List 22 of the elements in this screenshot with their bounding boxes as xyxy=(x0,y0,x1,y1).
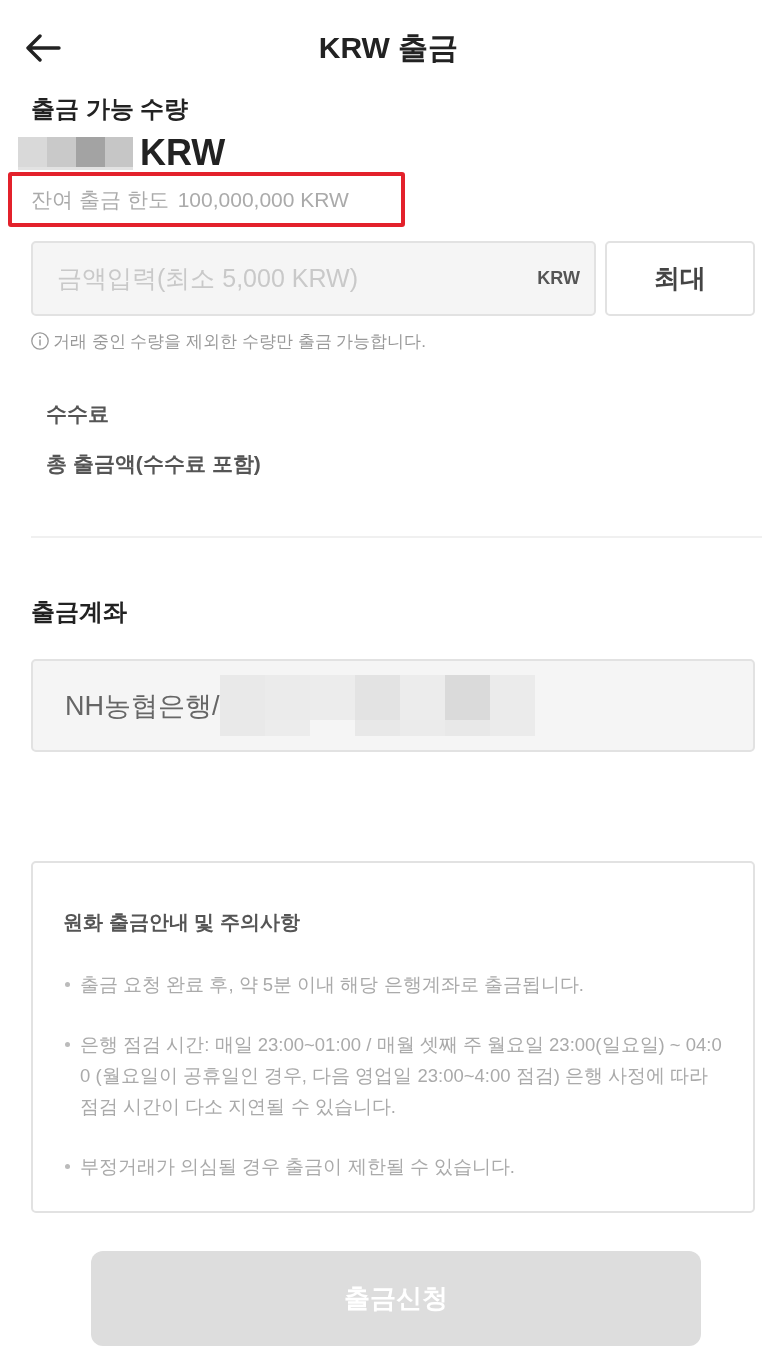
withdrawal-limit-label: 잔여 출금 한도 xyxy=(31,186,169,213)
info-icon xyxy=(31,332,49,350)
account-value: NH농협은행/ xyxy=(65,689,220,723)
fee-label: 수수료 xyxy=(46,401,110,427)
note-text: 거래 중인 수량을 제외한 수량만 출금 가능합니다. xyxy=(53,330,427,353)
max-button[interactable]: 최대 xyxy=(605,241,755,316)
bullet-icon xyxy=(65,1164,70,1169)
notice-text: 은행 점검 시간: 매일 23:00~01:00 / 매월 셋째 주 월요일 23:00(일요일) ~ 04:00 (월요일이 공휴일인 경우, 다음 영업일 23:00~4:00 점검) 은행 사정에 따라 점검 시간이 다소 지연될 수 있습니다. xyxy=(80,1033,723,1119)
withdrawal-limit-value: 100,000,000 KRW xyxy=(177,187,349,212)
page-title: KRW 출금 xyxy=(317,29,460,66)
notice-title: 원화 출금안내 및 주의사항 xyxy=(63,910,301,935)
bullet-icon xyxy=(65,1042,70,1047)
available-amount-unit: KRW xyxy=(140,134,226,172)
back-arrow-icon[interactable] xyxy=(25,34,61,62)
bullet-icon xyxy=(65,982,70,987)
available-amount-label: 출금 가능 수량 xyxy=(31,94,190,124)
section-title: 출금계좌 xyxy=(31,597,128,627)
notice-text: 출금 요청 완료 후, 약 5분 이내 해당 은행계좌로 출금됩니다. xyxy=(80,973,584,997)
currency-unit-label: KRW xyxy=(537,268,580,289)
account-field[interactable]: NH농협은행/ xyxy=(31,659,755,752)
fee-label: 총 출금액(수수료 포함) xyxy=(46,451,262,477)
notice-text: 부정거래가 의심될 경우 출금이 제한될 수 있습니다. xyxy=(80,1155,515,1179)
